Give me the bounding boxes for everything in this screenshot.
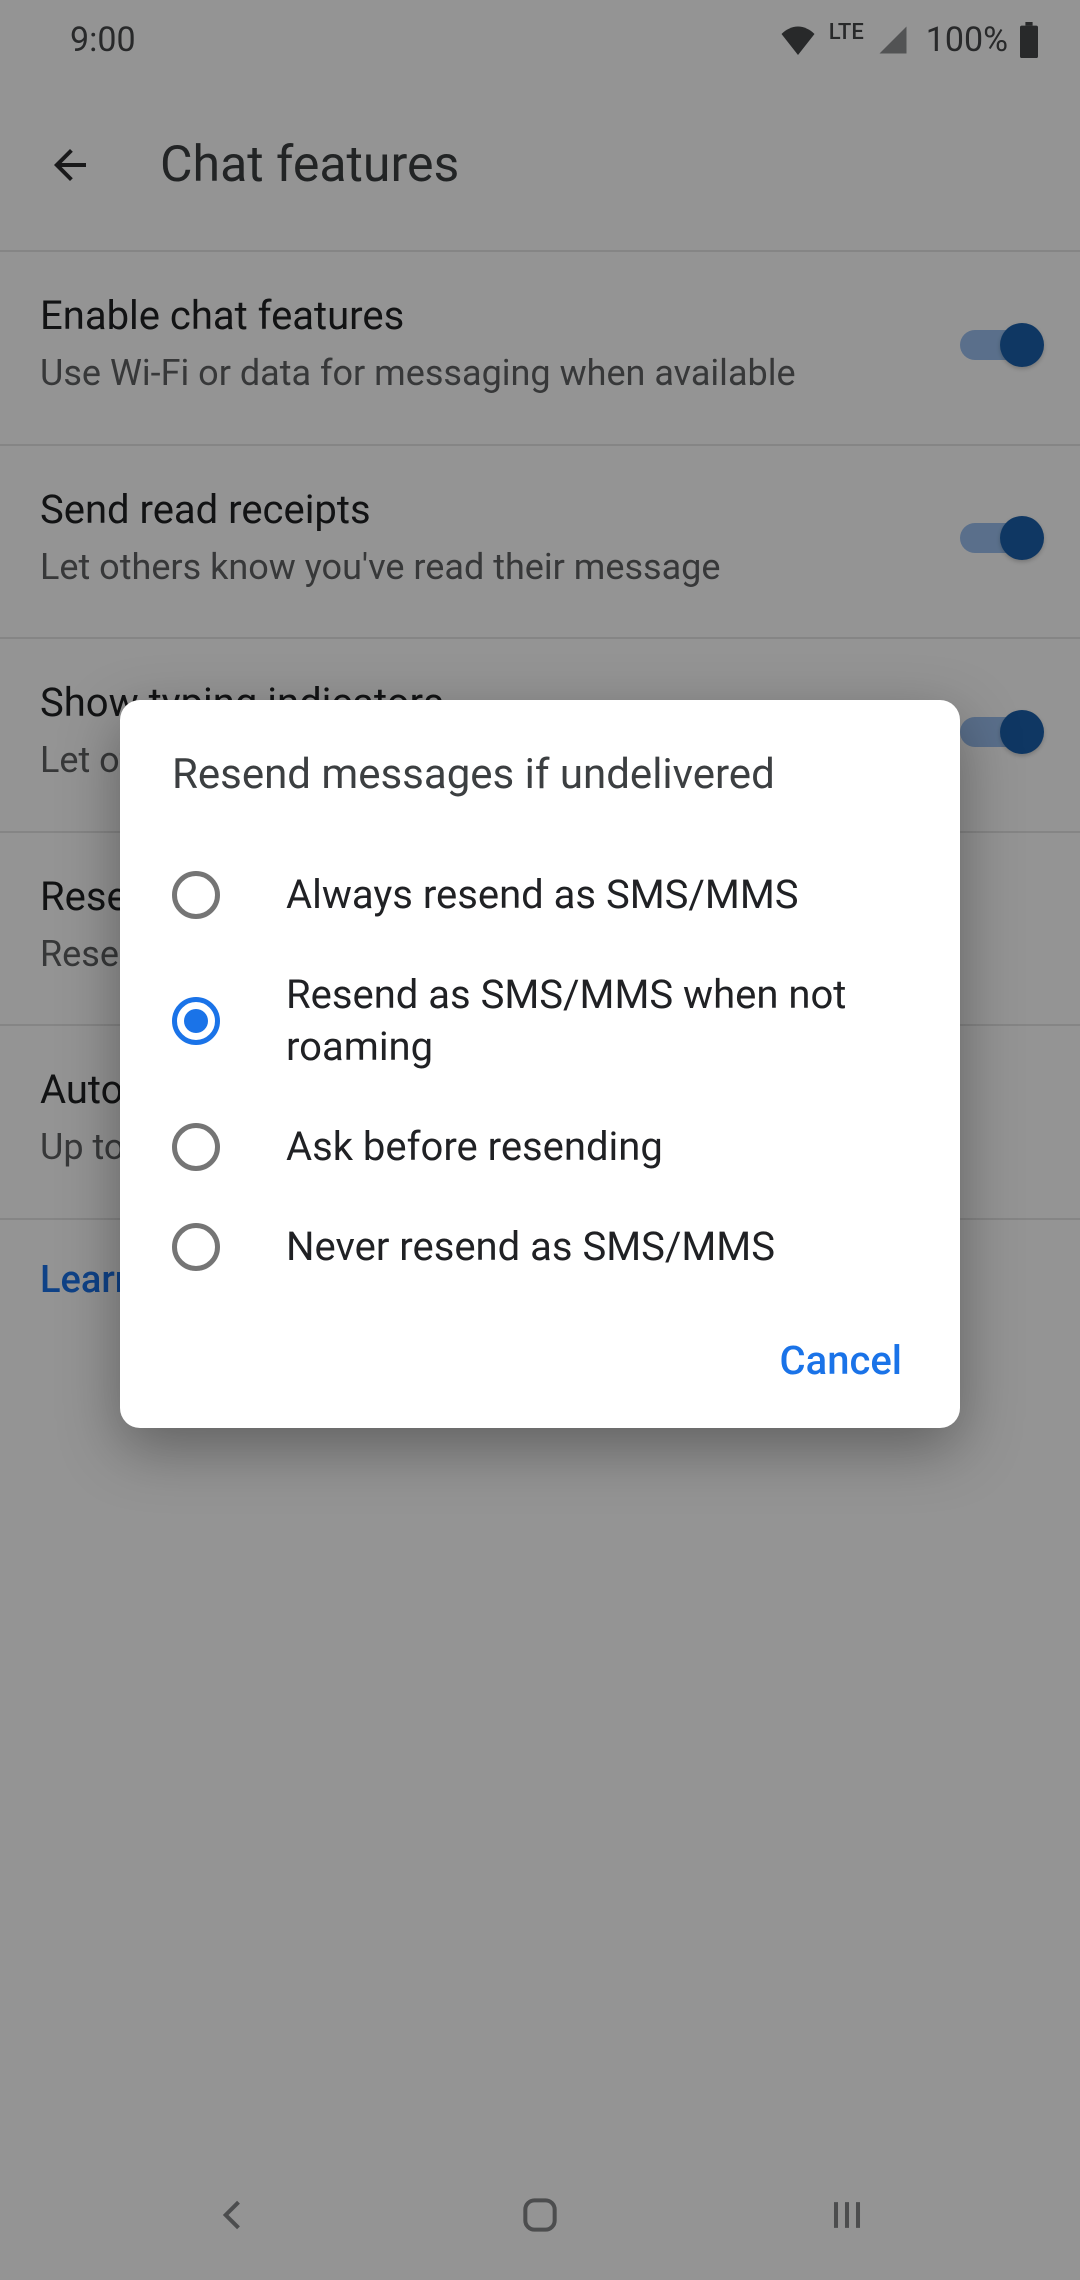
option-not-roaming[interactable]: Resend as SMS/MMS when not roaming <box>172 945 908 1097</box>
dialog-options: Always resend as SMS/MMS Resend as SMS/M… <box>172 845 908 1297</box>
cancel-button[interactable]: Cancel <box>774 1327 908 1394</box>
resend-dialog: Resend messages if undelivered Always re… <box>120 700 960 1428</box>
option-never[interactable]: Never resend as SMS/MMS <box>172 1197 908 1297</box>
radio-icon <box>172 871 220 919</box>
radio-icon <box>172 1123 220 1171</box>
radio-icon <box>172 1223 220 1271</box>
option-label: Never resend as SMS/MMS <box>286 1221 775 1273</box>
option-label: Always resend as SMS/MMS <box>286 869 799 921</box>
option-label: Ask before resending <box>286 1121 663 1173</box>
option-label: Resend as SMS/MMS when not roaming <box>286 969 908 1073</box>
radio-icon <box>172 997 220 1045</box>
option-always[interactable]: Always resend as SMS/MMS <box>172 845 908 945</box>
dialog-title: Resend messages if undelivered <box>172 750 908 799</box>
option-ask[interactable]: Ask before resending <box>172 1097 908 1197</box>
